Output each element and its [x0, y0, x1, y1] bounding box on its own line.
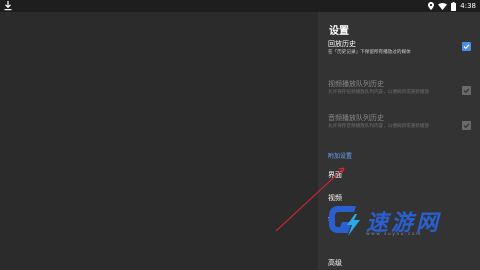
- menu-item-advanced[interactable]: 高级: [328, 258, 342, 268]
- pref-video-queue-history[interactable]: 视频播放队列历史 允许保存视频播放队列内容，以便刷新或重新播放: [328, 80, 478, 96]
- status-bar: 4:38: [0, 0, 480, 12]
- main-content-scrim[interactable]: [0, 12, 318, 270]
- section-header-additional: 附加设置: [328, 153, 353, 160]
- panel-title: 设置: [329, 26, 349, 37]
- pref-summary: 允许保存音频播放队列内容，以便刷新或重新播放: [328, 124, 430, 129]
- checkbox-audio-queue-history[interactable]: [462, 121, 471, 130]
- battery-icon: [451, 1, 457, 11]
- status-icons: 4:38: [428, 0, 476, 12]
- settings-panel: 设置 回放历史 在「历史记录」下保留所有播放过的媒体 视频播放队列历史 允许保存…: [318, 12, 480, 270]
- pref-summary: 在「历史记录」下保留所有播放过的媒体: [328, 50, 411, 55]
- pref-audio-queue-history[interactable]: 音频播放队列历史 允许保存音频播放队列内容，以便刷新或重新播放: [328, 114, 478, 130]
- checkbox-playback-history[interactable]: [462, 42, 471, 51]
- pref-title: 视频播放队列历史: [328, 80, 384, 88]
- pref-summary: 允许保存视频播放队列内容，以便刷新或重新播放: [328, 90, 430, 95]
- pref-title: 音频播放队列历史: [328, 114, 384, 122]
- clock: 4:38: [460, 2, 476, 10]
- menu-item-video[interactable]: 视频: [328, 193, 342, 203]
- menu-item-interface[interactable]: 界面: [328, 170, 342, 180]
- menu-item-partial[interactable]: 字: [328, 215, 335, 225]
- pref-playback-history[interactable]: 回放历史 在「历史记录」下保留所有播放过的媒体: [328, 40, 478, 56]
- download-icon: [4, 1, 14, 11]
- wifi-icon: [438, 2, 448, 10]
- checkbox-video-queue-history[interactable]: [462, 86, 471, 95]
- pref-title: 回放历史: [328, 40, 356, 48]
- location-icon: [428, 2, 435, 10]
